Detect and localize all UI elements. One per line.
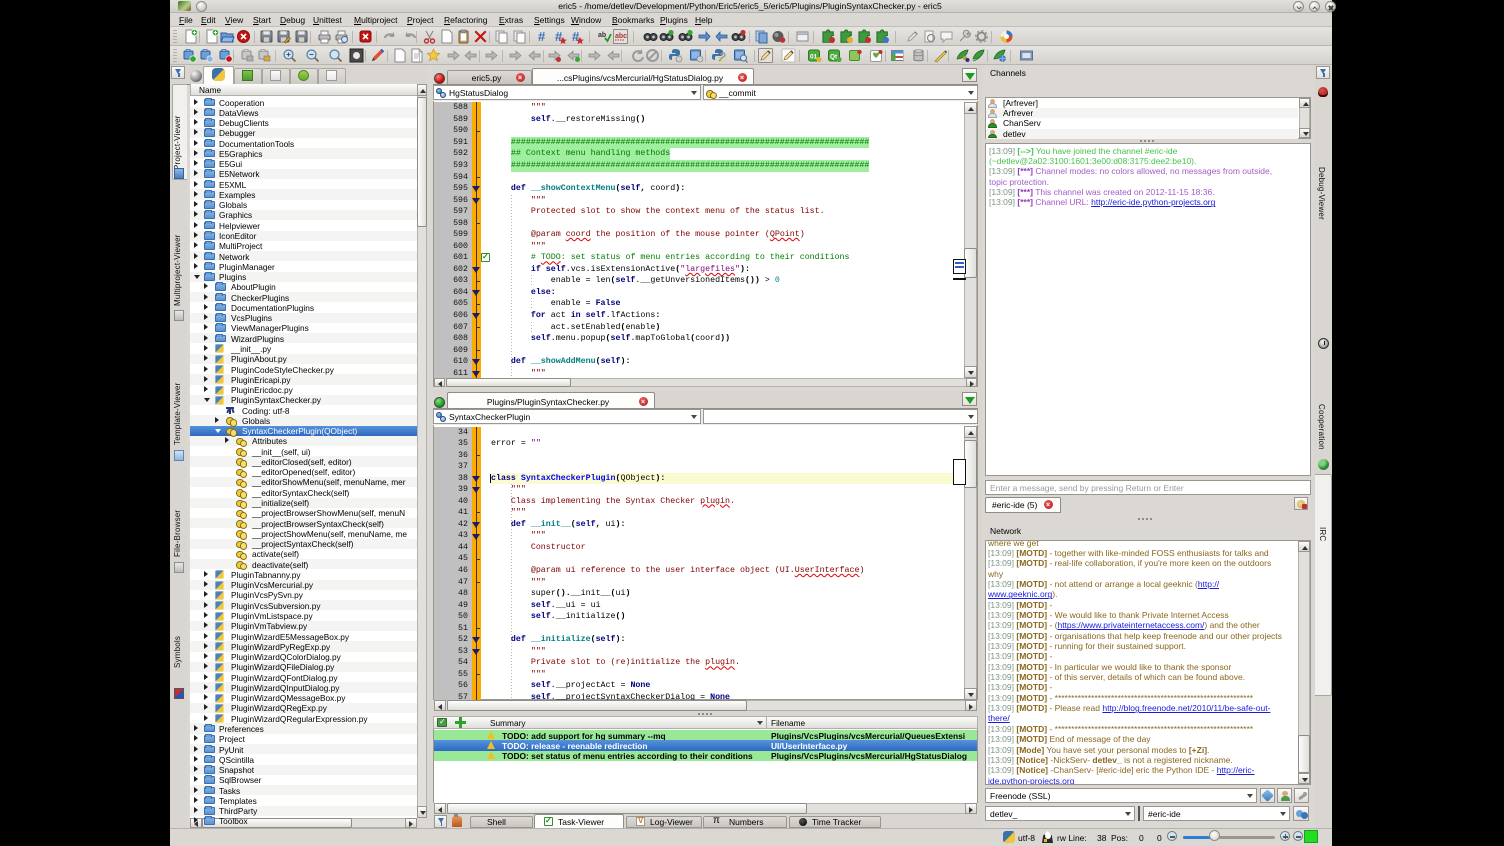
svg-text:ab: ab (598, 32, 606, 39)
svg-text:abc: abc (615, 33, 627, 40)
svg-text:#: # (538, 29, 546, 44)
